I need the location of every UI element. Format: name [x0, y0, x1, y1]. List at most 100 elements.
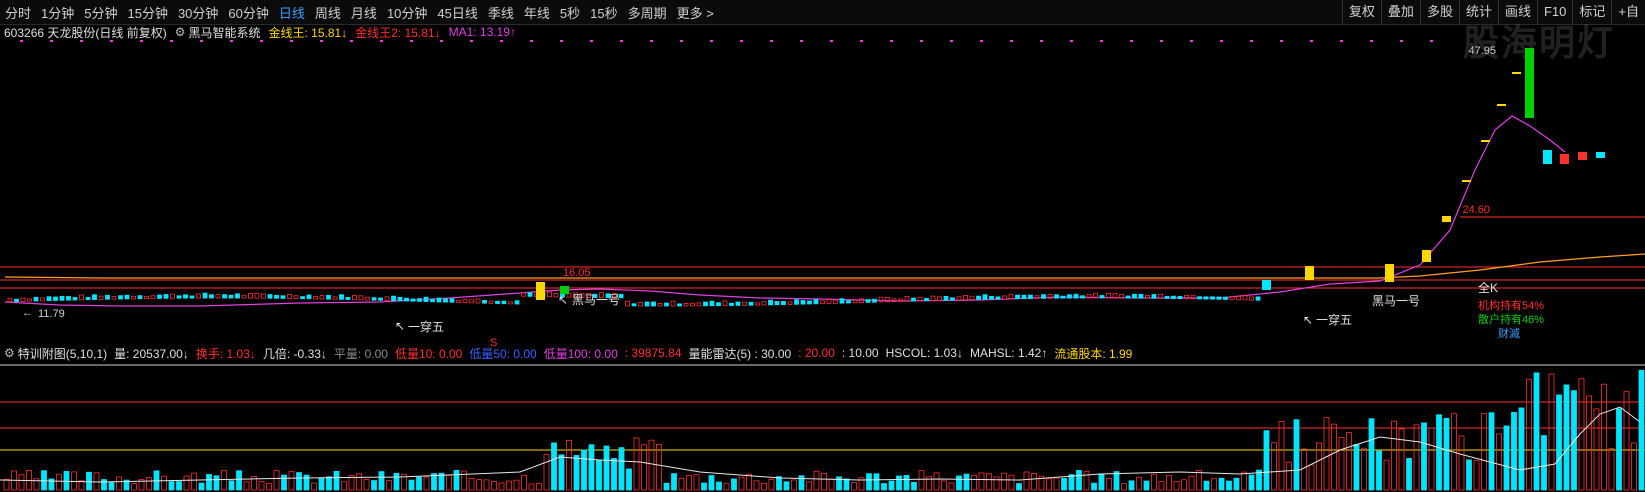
candle: [430, 298, 435, 303]
timeframe-tab[interactable]: 5分钟: [79, 3, 122, 22]
candle: [1422, 250, 1431, 262]
candle: [1164, 295, 1170, 299]
timeframe-tab[interactable]: 年线: [519, 3, 555, 22]
timeframe-tab[interactable]: 30分钟: [173, 3, 223, 22]
candle: [293, 295, 299, 299]
indicator-settings-icon[interactable]: ⚙: [4, 346, 15, 360]
timeframe-tab[interactable]: 多周期: [623, 3, 672, 22]
candle: [475, 298, 481, 304]
candle: [833, 299, 838, 304]
volume-bar: [1548, 373, 1555, 491]
volume-bars: [3, 369, 1645, 491]
candle: [852, 299, 858, 304]
volume-bar: [536, 483, 542, 491]
candle: [1041, 294, 1046, 299]
candle: [644, 301, 650, 307]
signal-dot: [80, 40, 83, 42]
settings-icon[interactable]: ⚙: [175, 25, 186, 39]
timeframe-tab[interactable]: 15秒: [585, 3, 622, 22]
toolbar-button[interactable]: 复权: [1341, 0, 1381, 24]
candle: [878, 296, 884, 303]
volume-bar: [1098, 473, 1105, 491]
timeframe-tab[interactable]: 月线: [346, 3, 382, 22]
ind-vol: 量: 20537.00↓: [114, 346, 189, 361]
volume-bar: [221, 470, 227, 491]
candle: [1073, 293, 1079, 299]
volume-bar: [1016, 483, 1022, 491]
volume-bar: [1496, 433, 1502, 491]
volume-bar: [1488, 412, 1495, 491]
signal-dot: [320, 40, 323, 42]
candle: [196, 293, 201, 299]
volume-bar: [1241, 471, 1247, 491]
toolbar-button[interactable]: +自: [1611, 0, 1645, 24]
timeframe-tab[interactable]: 60分钟: [223, 3, 273, 22]
volume-bar: [416, 476, 422, 491]
timeframe-tab[interactable]: 5秒: [555, 3, 585, 22]
signal-dot: [1070, 40, 1073, 42]
volume-bar: [791, 479, 797, 491]
timeframe-tab[interactable]: 10分钟: [382, 3, 432, 22]
candle: [924, 297, 929, 302]
signal-dot: [500, 40, 503, 42]
volume-bar: [1353, 444, 1360, 491]
candle: [378, 297, 383, 301]
candle: [807, 300, 812, 305]
volume-bar: [281, 474, 287, 491]
volume-bar: [1076, 470, 1082, 491]
volume-bar: [1233, 477, 1240, 491]
candle: [631, 303, 637, 307]
jxw2-value: 金线王2: 15.81↓: [355, 25, 441, 40]
candle: [241, 294, 247, 299]
signal-dot: [1130, 40, 1133, 42]
toolbar-button[interactable]: 叠加: [1380, 0, 1420, 24]
volume-bar: [176, 481, 182, 491]
timeframe-tab[interactable]: 更多 >: [672, 3, 719, 22]
signal-dot: [20, 40, 23, 42]
candle: [872, 298, 877, 303]
candle: [1151, 294, 1157, 299]
timeframe-tab[interactable]: 日线: [274, 3, 310, 22]
indicator-chart[interactable]: [0, 362, 1645, 492]
volume-bar: [656, 443, 662, 491]
main-kline-chart[interactable]: 47.95 24.60 16.05 11.79 ← ↖ 一穿五 ↖ 黑马一号 ↖…: [0, 40, 1645, 370]
yichuanwu2-arrow-icon: ↖: [1303, 313, 1313, 327]
candle: [1442, 216, 1451, 222]
candle: [417, 298, 422, 302]
timeframe-tab[interactable]: 周线: [310, 3, 346, 22]
volume-bar: [1083, 470, 1090, 491]
signal-dot: [380, 40, 383, 42]
volume-bar: [1203, 480, 1210, 491]
volume-bar: [1286, 461, 1292, 491]
signal-dot: [170, 40, 173, 42]
timeframe-tab[interactable]: 15分钟: [122, 3, 172, 22]
volume-bar: [108, 482, 115, 491]
jxw-value: 金线王: 15.81↓: [268, 25, 348, 40]
volume-bar: [911, 481, 917, 491]
candle: [1560, 154, 1569, 164]
volume-bar: [1091, 482, 1097, 491]
candle: [1223, 296, 1228, 300]
signal-dot: [1340, 40, 1343, 42]
candle: [1497, 104, 1506, 106]
candle: [514, 300, 520, 305]
ind-v10: : 10.00: [841, 346, 879, 360]
volume-bar: [761, 482, 767, 491]
candle: [735, 301, 741, 306]
toolbar-button[interactable]: 多股: [1419, 0, 1459, 24]
candle: [261, 293, 266, 299]
peak-price-label: 16.05: [563, 267, 591, 279]
volume-bar: [723, 482, 730, 491]
candle: [222, 294, 227, 299]
candle: [235, 293, 240, 299]
timeframe-tab[interactable]: 季线: [483, 3, 519, 22]
candle: [202, 292, 208, 299]
timeframe-tab[interactable]: 1分钟: [36, 3, 79, 22]
volume-bar: [1503, 425, 1510, 491]
candle: [254, 292, 260, 299]
candle: [547, 291, 552, 298]
candle: [157, 294, 162, 299]
volume-bar: [588, 444, 595, 491]
timeframe-tab[interactable]: 45日线: [432, 3, 482, 22]
timeframe-tab[interactable]: 分时: [0, 3, 36, 22]
